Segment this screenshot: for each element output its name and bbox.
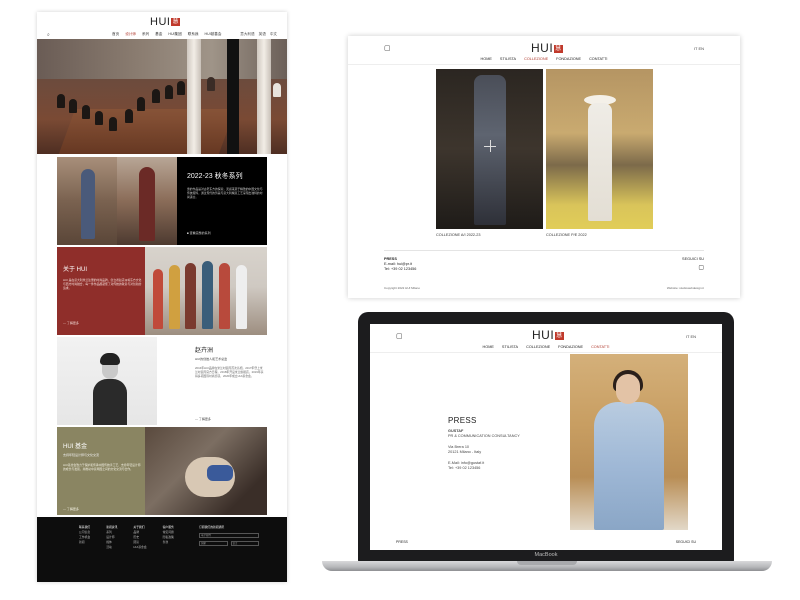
nav-item-contatti[interactable]: CONTATTI bbox=[589, 57, 607, 61]
laptop-mockup: ▢ HUI 慧 IT EN HOME STILISTA COLLEZIONE FO… bbox=[322, 312, 772, 577]
about-more-link[interactable]: — 了解更多 bbox=[63, 321, 79, 325]
footer-link[interactable]: 新闻 bbox=[79, 540, 90, 545]
desktop-nav: HOME STILISTA COLLEZIONE FONDAZIONE CONT… bbox=[348, 57, 740, 61]
mobile-footer: 联系我们 公司信息 工作机会 新闻 新闻资讯 系列 设计师 媒体 活动 关于我们… bbox=[37, 517, 287, 582]
nav-item-collezione[interactable]: COLLEZIONE bbox=[526, 345, 550, 349]
press-heading: PRESS bbox=[448, 416, 477, 425]
country-select[interactable]: 国家 bbox=[199, 541, 228, 546]
follow-block: SEGUICI SU ▢ bbox=[682, 257, 704, 271]
nav-item-contact[interactable]: 联系我 bbox=[188, 32, 199, 37]
footer-column-1: 联系我们 公司信息 工作机会 新闻 bbox=[79, 525, 91, 545]
lang-en[interactable]: 英语 bbox=[259, 32, 266, 37]
collection-image-1[interactable] bbox=[57, 157, 117, 245]
designer-section: 赵卉洲 HUI的创始人和艺术总监 2016年HUI品牌在米兰时装周首次亮相，20… bbox=[57, 337, 267, 425]
hero-runway-image bbox=[37, 39, 287, 154]
language-select[interactable]: 语言 bbox=[230, 541, 259, 546]
about-title: 关于 HUI bbox=[63, 267, 88, 273]
press-contact-block: PRESS GUSTAF PR & COMMUNICATION CONSULTA… bbox=[448, 416, 520, 471]
lang-it[interactable]: 意大利语 bbox=[240, 32, 254, 37]
language-switcher: 意大利语 英语 中文 bbox=[240, 32, 277, 37]
nav-item-group[interactable]: HUI集团 bbox=[168, 32, 181, 37]
brand-logo[interactable]: HUI 慧 bbox=[532, 328, 564, 342]
lang-zh[interactable]: 中文 bbox=[270, 32, 277, 37]
foundation-title: HUI 基金 bbox=[63, 444, 88, 450]
footer-column-3: 关于我们 品牌 历史 团队 HUI基金会 bbox=[133, 525, 147, 550]
designer-bio: 2016年HUI品牌在米兰时装周首次亮相，2017年登上米兰时装周官方日程，20… bbox=[195, 366, 264, 378]
footer-link[interactable]: HUI基金会 bbox=[133, 545, 146, 550]
mobile-long-page[interactable]: HUI 慧 ⌕ 首页 设计师 系列 基金 HUI集团 联系我 HUI慈善会 意大利… bbox=[37, 12, 287, 582]
card-caption[interactable]: COLLEZIONE P/E 2022 bbox=[546, 233, 587, 237]
nav-item-fondazione[interactable]: FONDAZIONE bbox=[558, 345, 583, 349]
designer-more-link[interactable]: — 了解更多 bbox=[195, 417, 211, 421]
nav-item-home[interactable]: HOME bbox=[483, 345, 494, 349]
newsletter-form: 订阅我们的新闻通讯 电子邮件 国家 语言 bbox=[199, 525, 259, 549]
nav-item-collezione[interactable]: COLLEZIONE bbox=[524, 57, 548, 61]
brand-logo[interactable]: HUI 慧 bbox=[531, 41, 563, 55]
designer-photo bbox=[570, 354, 688, 530]
about-section: 关于 HUI HUI 是在意大利米兰注册的时尚品牌，创立者赵卉洲将东方文化与西方… bbox=[57, 247, 267, 335]
designer-portrait bbox=[57, 337, 157, 425]
language-switcher[interactable]: IT EN bbox=[686, 334, 696, 339]
about-body: HUI 是在意大利米兰注册的时尚品牌，创立者赵卉洲将东方文化与西方时尚融合，每一… bbox=[63, 278, 142, 290]
mobile-nav: 首页 设计师 系列 基金 HUI集团 联系我 HUI慈善会 bbox=[112, 32, 222, 37]
card-caption[interactable]: COLLEZIONE A/I 2022-23 bbox=[436, 233, 481, 237]
collection-title: 2022-23 秋冬系列 bbox=[187, 173, 243, 180]
newsletter-heading: 订阅我们的新闻通讯 bbox=[199, 525, 225, 529]
press-phone: Tel: +39 02 123456 bbox=[384, 267, 417, 271]
footer-link[interactable]: 条款 bbox=[163, 540, 174, 545]
foundation-section: HUI 基金 支持年轻设计师与文化交流 HUI基金会致力于保护和传承中国传统手工… bbox=[57, 427, 267, 515]
brand-logo[interactable]: HUI 慧 bbox=[150, 16, 180, 28]
foundation-subtitle: 支持年轻设计师与文化交流 bbox=[63, 453, 100, 457]
instagram-icon[interactable]: ▢ bbox=[384, 44, 391, 52]
nav-item-stilista[interactable]: STILISTA bbox=[502, 345, 518, 349]
nav-item-home[interactable]: 首页 bbox=[112, 32, 119, 37]
device-label: MacBook bbox=[534, 552, 558, 558]
press-block: PRESS E-mail: hui@pr.it Tel: +39 02 1234… bbox=[384, 257, 416, 272]
press-phone: Tel: +39 02 123456 bbox=[448, 466, 481, 470]
laptop-nav: HOME STILISTA COLLEZIONE FONDAZIONE CONT… bbox=[370, 345, 722, 349]
nav-item-foundation[interactable]: 基金 bbox=[155, 32, 162, 37]
nav-item-charity[interactable]: HUI慈善会 bbox=[205, 32, 222, 37]
agency-description: PR & COMMUNICATION CONSULTANCY bbox=[448, 434, 520, 438]
nav-item-fondazione[interactable]: FONDAZIONE bbox=[556, 57, 581, 61]
mobile-header: HUI 慧 ⌕ 首页 设计师 系列 基金 HUI集团 联系我 HUI慈善会 意大利… bbox=[37, 12, 287, 39]
footer-column-4: 客户服务 常见问题 隐私政策 条款 bbox=[162, 525, 174, 545]
nav-item-contatti[interactable]: CONTATTI bbox=[591, 345, 609, 349]
laptop-screen-press-page[interactable]: ▢ HUI 慧 IT EN HOME STILISTA COLLEZIONE FO… bbox=[370, 324, 722, 550]
copyright: Copyright 2022 HUI Milano bbox=[384, 286, 421, 290]
design-credit[interactable]: Website: studiowebdesign.it bbox=[667, 286, 704, 290]
about-runway-image bbox=[145, 247, 267, 335]
collection-body: 惠的作品是对古老东方的探索，灵感来源于精致的中国文化与传统服饰，通过现代的剪裁与… bbox=[187, 187, 263, 199]
desktop-collection-page[interactable]: ▢ HUI 慧 IT EN HOME STILISTA COLLEZIONE FO… bbox=[348, 36, 740, 298]
footer-press: PRESS bbox=[396, 540, 408, 544]
nav-item-designer[interactable]: 设计师 bbox=[125, 32, 136, 37]
collection-card-pe-2022[interactable] bbox=[546, 69, 653, 229]
instagram-icon[interactable]: ▢ bbox=[682, 264, 704, 271]
nav-item-stilista[interactable]: STILISTA bbox=[500, 57, 516, 61]
foundation-craft-image bbox=[145, 427, 267, 515]
nav-item-home[interactable]: HOME bbox=[481, 57, 492, 61]
nav-item-collection[interactable]: 系列 bbox=[142, 32, 149, 37]
footer-column-2: 新闻资讯 系列 设计师 媒体 活动 bbox=[106, 525, 118, 550]
search-icon[interactable]: ⌕ bbox=[47, 32, 50, 38]
foundation-body: HUI基金会致力于保护和传承中国传统手工艺，支持年轻设计师的成长与发展，并推动中… bbox=[63, 463, 141, 471]
newsletter-email-input[interactable]: 电子邮件 bbox=[199, 533, 259, 538]
collection-more-link[interactable]: ■ 查看完整的系列 bbox=[187, 231, 211, 235]
foundation-more-link[interactable]: — 了解更多 bbox=[63, 507, 79, 511]
designer-name: 赵卉洲 bbox=[195, 348, 214, 354]
plus-icon[interactable] bbox=[484, 140, 496, 152]
footer-link[interactable]: 活动 bbox=[106, 545, 117, 550]
language-switcher[interactable]: IT EN bbox=[694, 46, 704, 51]
showcase-stage: HUI 慧 ⌕ 首页 设计师 系列 基金 HUI集团 联系我 HUI慈善会 意大利… bbox=[0, 0, 800, 600]
collection-section: 2022-23 秋冬系列 惠的作品是对古老东方的探索，灵感来源于精致的中国文化与… bbox=[57, 157, 267, 245]
footer-follow: SEGUICI SU bbox=[675, 540, 696, 544]
collection-image-2[interactable] bbox=[117, 157, 177, 245]
instagram-icon[interactable]: ▢ bbox=[396, 332, 403, 340]
follow-label: SEGUICI SU bbox=[682, 257, 704, 261]
designer-role: HUI的创始人和艺术总监 bbox=[195, 357, 228, 361]
